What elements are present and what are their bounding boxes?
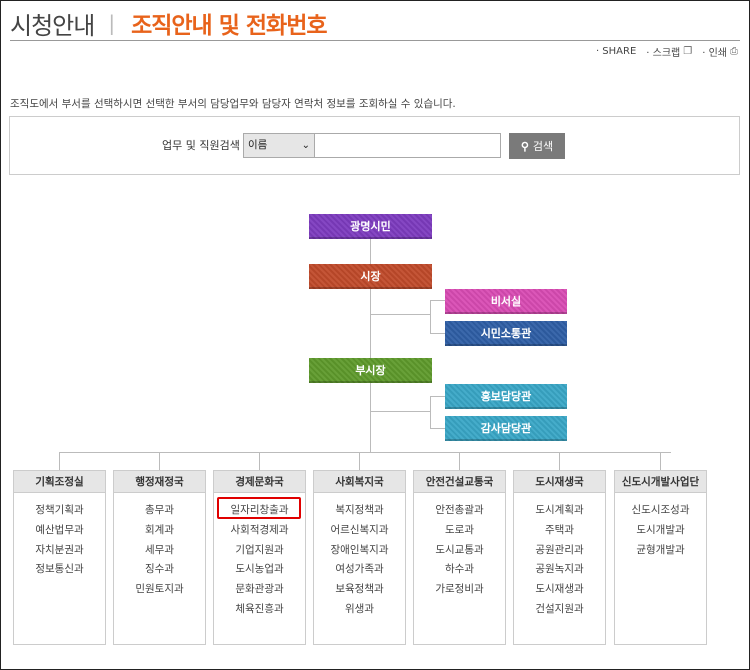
dept-item[interactable]: 정책기획과: [14, 501, 105, 521]
dept-header[interactable]: 신도시개발사업단: [615, 471, 706, 493]
connector-pr: [430, 396, 446, 397]
dept-item[interactable]: 균형개발과: [615, 541, 706, 561]
connector-deputy-branch-vertical: [430, 396, 431, 428]
connector-communication: [430, 333, 446, 334]
title-separator: |: [108, 11, 116, 35]
dept-item[interactable]: 어르신복지과: [314, 521, 405, 541]
header-rule: [10, 40, 740, 41]
connector-secretary: [430, 300, 446, 301]
search-button[interactable]: ⚲ 검색: [509, 133, 565, 159]
dept-header[interactable]: 도시재생국: [514, 471, 605, 493]
org-node-audit-officer[interactable]: 감사담당관: [445, 416, 567, 441]
org-node-communication[interactable]: 시민소통관: [445, 321, 567, 346]
dept-item[interactable]: 도시계획과: [514, 501, 605, 521]
dept-item[interactable]: 가로정비과: [414, 580, 505, 600]
dept-item[interactable]: 세무과: [114, 541, 205, 561]
dept-box-5: 안전건설교통국 안전총괄과 도로과 도시교통과 하수과 가로정비과: [413, 470, 506, 645]
search-label: 업무 및 직원검색: [162, 139, 240, 152]
dept-item[interactable]: 여성가족과: [314, 560, 405, 580]
dept-item[interactable]: 체육진흥과: [214, 600, 305, 620]
page-title: 조직안내 및 전화번호: [131, 13, 327, 39]
share-link[interactable]: · SHARE: [596, 44, 636, 59]
dept-box-1: 기획조정실 정책기획과 예산법무과 자치분권과 정보통신과: [13, 470, 106, 645]
dept-box-4: 사회복지국 복지정책과 어르신복지과 장애인복지과 여성가족과 보육정책과 위생…: [313, 470, 406, 645]
dept-header[interactable]: 안전건설교통국: [414, 471, 505, 493]
dept-item[interactable]: 신도시조성과: [615, 501, 706, 521]
dept-item[interactable]: 주택과: [514, 521, 605, 541]
dept-item[interactable]: 도시재생과: [514, 580, 605, 600]
connector-dept-3: [259, 452, 260, 470]
dept-header[interactable]: 사회복지국: [314, 471, 405, 493]
dept-list: 복지정책과 어르신복지과 장애인복지과 여성가족과 보육정책과 위생과: [314, 493, 405, 620]
selection-highlight: [217, 497, 301, 519]
dept-item[interactable]: 기업지원과: [214, 541, 305, 561]
dept-item[interactable]: 안전총괄과: [414, 501, 505, 521]
utility-links: · SHARE · 스크랩 ❐ · 인쇄 ⎙: [596, 44, 738, 59]
dept-item[interactable]: 복지정책과: [314, 501, 405, 521]
connector-mayor-branch-vertical: [430, 300, 431, 333]
dept-item[interactable]: 도시농업과: [214, 560, 305, 580]
dept-item[interactable]: 공원관리과: [514, 541, 605, 561]
dept-item[interactable]: 예산법무과: [14, 521, 105, 541]
page-header: 시청안내 | 조직안내 및 전화번호: [10, 6, 328, 40]
page-description: 조직도에서 부서를 선택하시면 선택한 부서의 담당업무와 담당자 연락처 정보…: [10, 98, 456, 110]
org-node-secretary[interactable]: 비서실: [445, 289, 567, 314]
print-icon: ⎙: [730, 46, 738, 57]
dept-item[interactable]: 총무과: [114, 501, 205, 521]
scrap-link[interactable]: · 스크랩 ❐: [646, 44, 692, 59]
dept-list: 안전총괄과 도로과 도시교통과 하수과 가로정비과: [414, 493, 505, 600]
dept-item[interactable]: 위생과: [314, 600, 405, 620]
connector-audit: [430, 428, 446, 429]
search-type-select[interactable]: 이름 ⌄: [243, 133, 315, 158]
dept-list: 도시계획과 주택과 공원관리과 공원녹지과 도시재생과 건설지원과: [514, 493, 605, 620]
dept-item[interactable]: 도로과: [414, 521, 505, 541]
connector-mayor-branch: [370, 314, 430, 315]
print-link[interactable]: · 인쇄 ⎙: [702, 44, 738, 59]
dept-list: 신도시조성과 도시개발과 균형개발과: [615, 493, 706, 560]
dept-list: 정책기획과 예산법무과 자치분권과 정보통신과: [14, 493, 105, 580]
dept-item[interactable]: 하수과: [414, 560, 505, 580]
dept-item[interactable]: 사회적경제과: [214, 521, 305, 541]
dept-header[interactable]: 경제문화국: [214, 471, 305, 493]
dept-header[interactable]: 기획조정실: [14, 471, 105, 493]
dept-item[interactable]: 공원녹지과: [514, 560, 605, 580]
dept-item[interactable]: 장애인복지과: [314, 541, 405, 561]
connector-dept-7: [660, 452, 661, 470]
dept-item[interactable]: 문화관광과: [214, 580, 305, 600]
dept-item[interactable]: 회계과: [114, 521, 205, 541]
connector-deputy-branch: [370, 411, 430, 412]
page-section-title: 시청안내: [10, 11, 95, 40]
dept-item[interactable]: 보육정책과: [314, 580, 405, 600]
org-node-citizens[interactable]: 광명시민: [309, 214, 432, 239]
connector-dept-6: [559, 452, 560, 470]
search-type-value: 이름: [248, 139, 268, 151]
search-button-label: 검색: [532, 141, 554, 153]
org-node-deputy-mayor[interactable]: 부시장: [309, 358, 432, 383]
dept-header[interactable]: 행정재정국: [114, 471, 205, 493]
dept-box-2: 행정재정국 총무과 회계과 세무과 징수과 민원토지과: [113, 470, 206, 645]
dept-item[interactable]: 도시교통과: [414, 541, 505, 561]
dept-item[interactable]: 징수과: [114, 560, 205, 580]
dept-item[interactable]: 자치분권과: [14, 541, 105, 561]
scrap-icon: ❐: [683, 46, 693, 57]
org-node-pr-officer[interactable]: 홍보담당관: [445, 384, 567, 409]
dept-list: 총무과 회계과 세무과 징수과 민원토지과: [114, 493, 205, 600]
connector-dept-horizontal: [59, 452, 671, 453]
dept-item[interactable]: 도시개발과: [615, 521, 706, 541]
dept-box-6: 도시재생국 도시계획과 주택과 공원관리과 공원녹지과 도시재생과 건설지원과: [513, 470, 606, 645]
connector-dept-4: [359, 452, 360, 470]
chevron-down-icon: ⌄: [301, 140, 310, 151]
connector-dept-1: [59, 452, 60, 470]
connector-dept-5: [459, 452, 460, 470]
connector-dept-2: [159, 452, 160, 470]
dept-item[interactable]: 건설지원과: [514, 600, 605, 620]
search-input[interactable]: [314, 133, 501, 158]
search-icon: ⚲: [520, 140, 529, 153]
dept-item[interactable]: 정보통신과: [14, 560, 105, 580]
dept-item[interactable]: 민원토지과: [114, 580, 205, 600]
dept-box-7: 신도시개발사업단 신도시조성과 도시개발과 균형개발과: [614, 470, 707, 645]
search-panel: 업무 및 직원검색 이름 ⌄ ⚲ 검색: [9, 116, 740, 175]
org-node-mayor[interactable]: 시장: [309, 264, 432, 289]
